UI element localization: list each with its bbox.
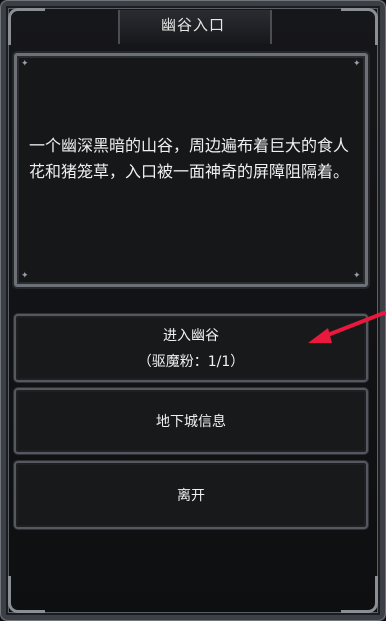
description-panel: ✦ ✦ ✦ ✦ 一个幽深黑暗的山谷，周边遍布着巨大的食人花和猪笼草，入口被一面神… bbox=[14, 53, 368, 287]
dungeon-info-button[interactable]: 地下城信息 bbox=[14, 388, 368, 454]
exorcism-powder-cost: （驱魔粉：1/1） bbox=[137, 354, 245, 370]
frame-corner-ornament bbox=[8, 576, 45, 613]
enter-valley-label: 进入幽谷 bbox=[163, 328, 219, 344]
annotation-arrow-icon bbox=[308, 311, 386, 343]
description-text: 一个幽深黑暗的山谷，周边遍布着巨大的食人花和猪笼草，入口被一面神奇的屏障阻隔着。 bbox=[29, 136, 350, 181]
sparkle-icon: ✦ bbox=[21, 59, 29, 69]
sparkle-icon: ✦ bbox=[21, 271, 29, 281]
leave-button[interactable]: 离开 bbox=[14, 461, 368, 529]
sparkle-icon: ✦ bbox=[353, 271, 361, 281]
dialog-title: 幽谷入口 bbox=[160, 15, 225, 34]
frame-corner-ornament bbox=[341, 576, 378, 613]
sparkle-icon: ✦ bbox=[353, 59, 361, 69]
leave-label: 离开 bbox=[177, 488, 205, 504]
dialog-title-bar: 幽谷入口 bbox=[0, 0, 386, 52]
dungeon-info-label: 地下城信息 bbox=[156, 414, 226, 430]
